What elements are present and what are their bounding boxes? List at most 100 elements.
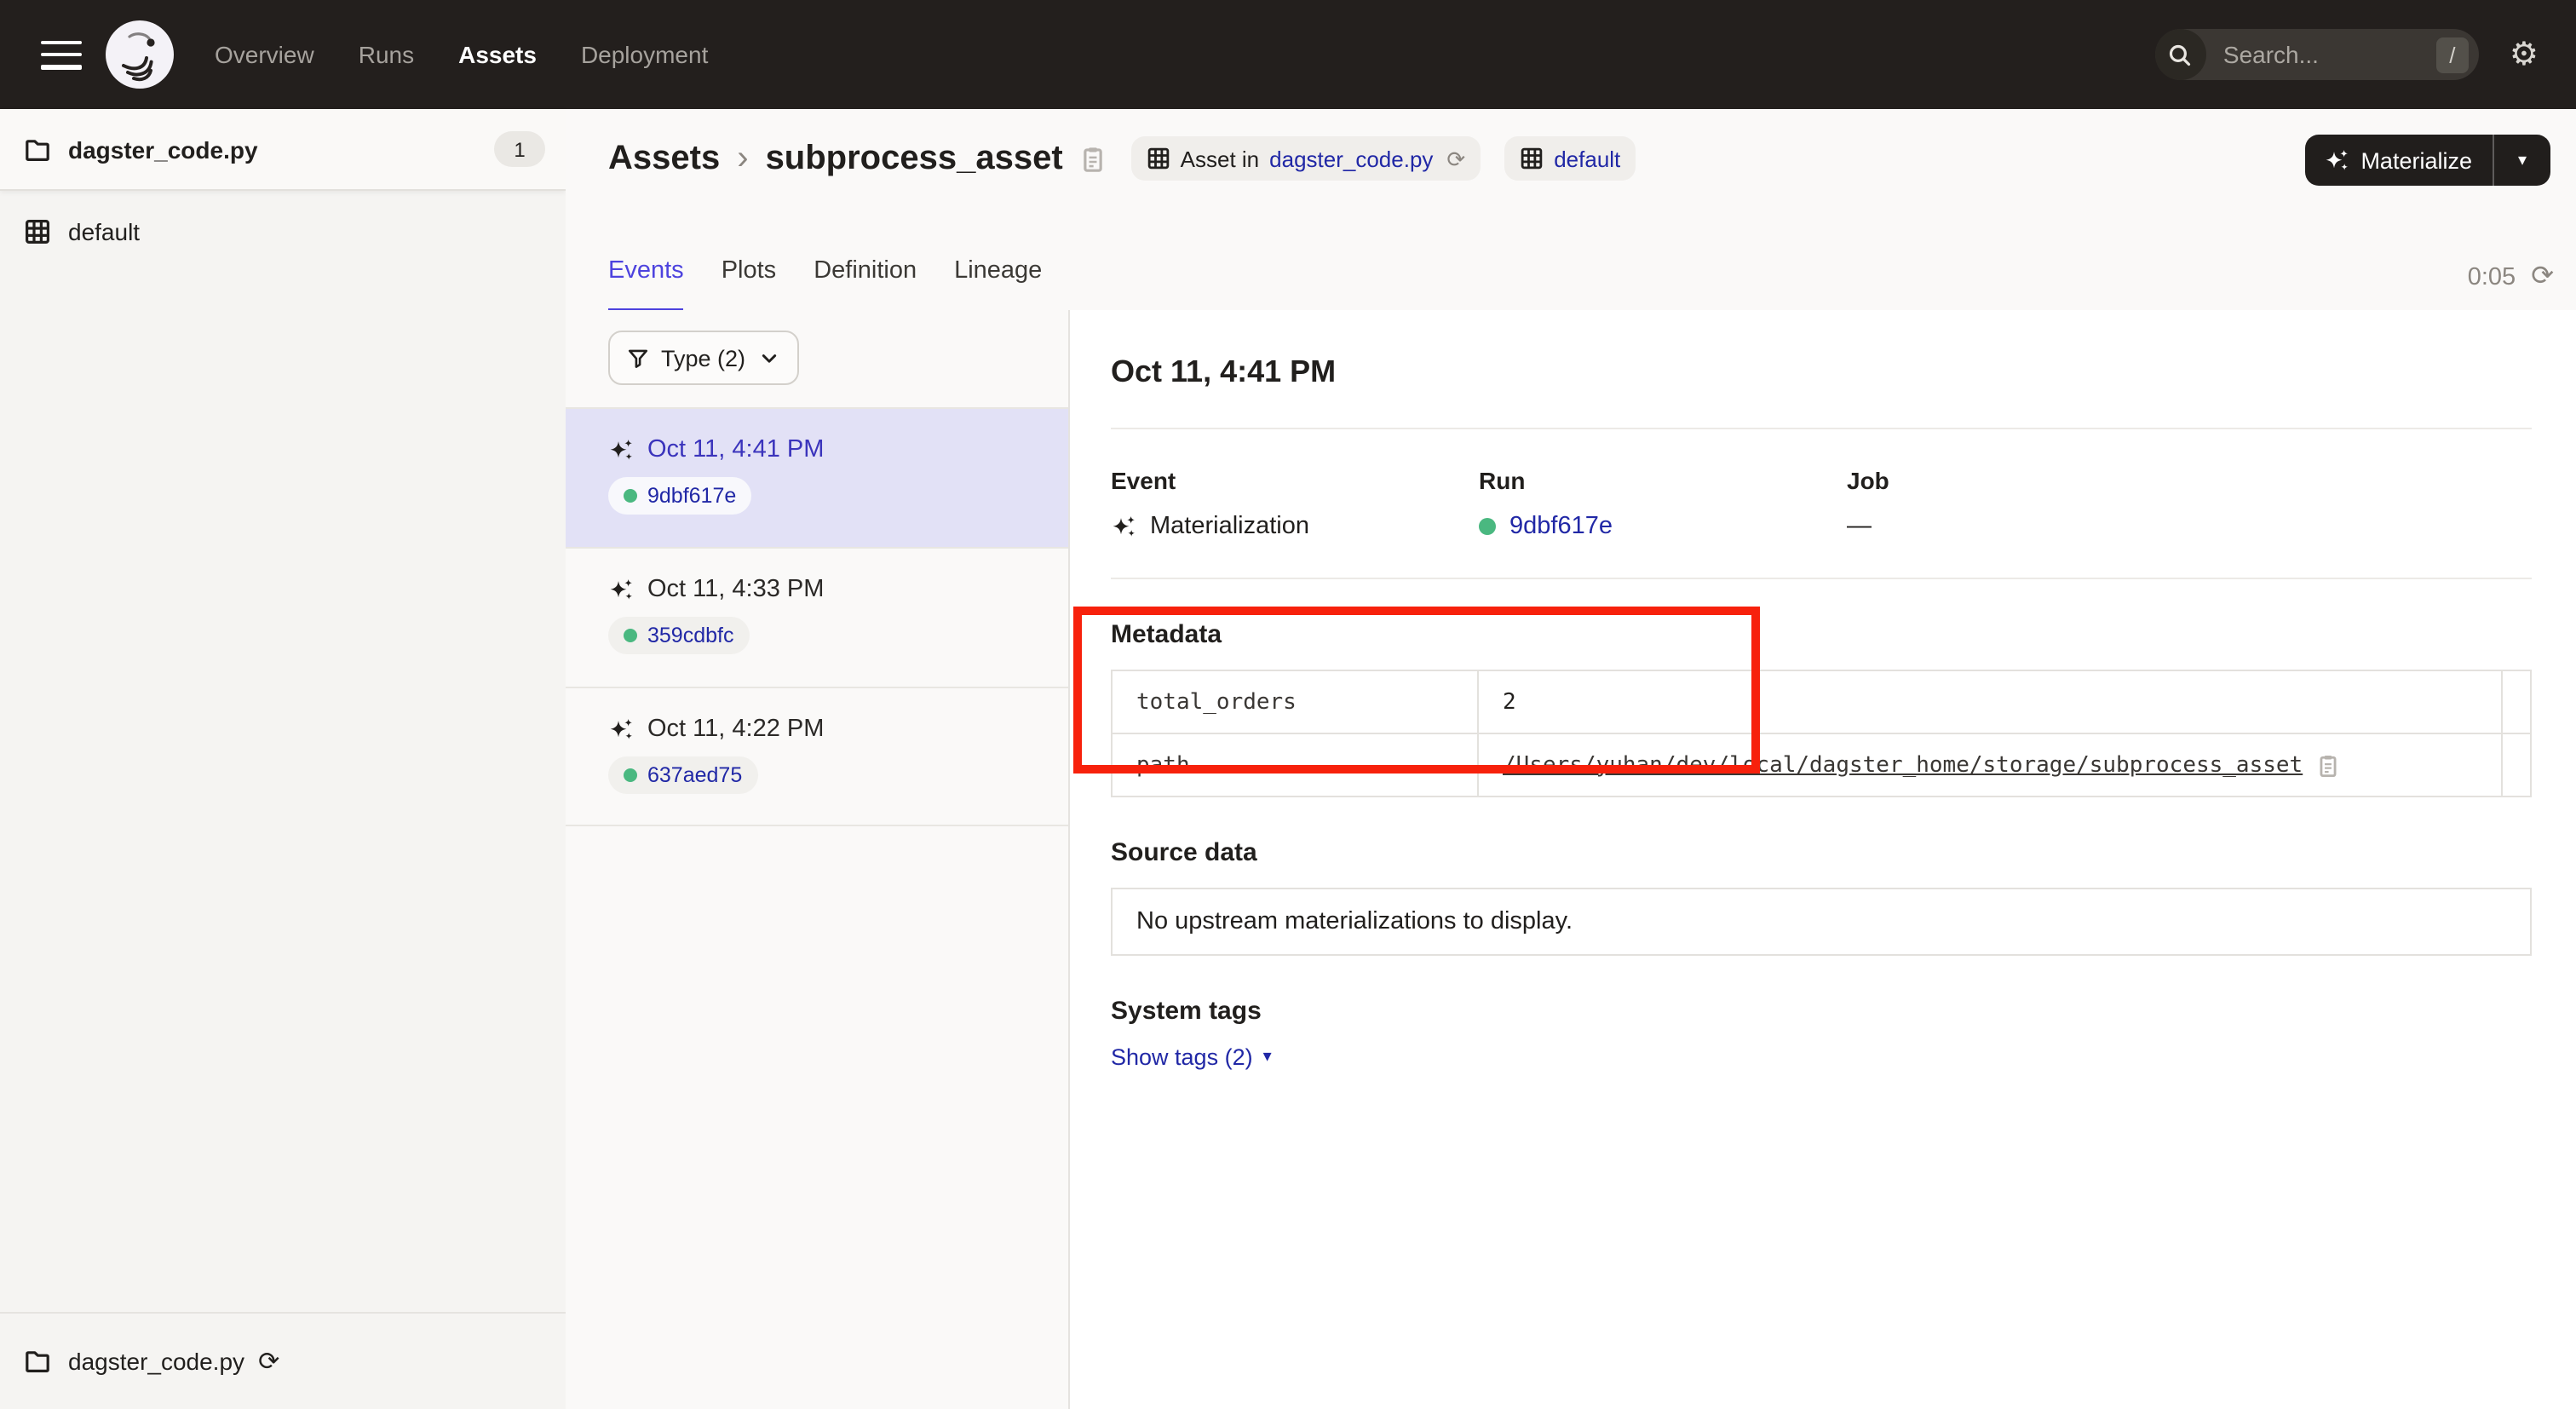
asset-definition-tag: Asset in dagster_code.py ⟳ bbox=[1131, 136, 1481, 181]
copy-icon[interactable] bbox=[1078, 144, 1107, 173]
divider bbox=[1111, 578, 2532, 579]
footer-code-location-label: dagster_code.py bbox=[68, 1348, 244, 1375]
nav-item-deployment[interactable]: Deployment bbox=[581, 41, 708, 68]
breadcrumb-assets-link[interactable]: Assets bbox=[608, 139, 720, 178]
search-input[interactable] bbox=[2220, 39, 2436, 70]
event-list-item[interactable]: Oct 11, 4:41 PM 9dbf617e bbox=[566, 407, 1068, 547]
event-list-item[interactable]: Oct 11, 4:22 PM 637aed75 bbox=[566, 687, 1068, 826]
job-value: — bbox=[1847, 513, 1872, 540]
job-column-label: Job bbox=[1847, 467, 2215, 494]
refresh-icon[interactable]: ⟳ bbox=[2531, 264, 2554, 291]
run-badge[interactable]: 637aed75 bbox=[608, 756, 757, 794]
sparkle-icon bbox=[608, 577, 634, 602]
nav-item-assets[interactable]: Assets bbox=[458, 41, 537, 68]
reload-icon[interactable]: ⟳ bbox=[258, 1349, 279, 1374]
show-tags-label: Show tags (2) bbox=[1111, 1044, 1253, 1070]
system-tags-heading: System tags bbox=[1111, 997, 2532, 1026]
table-end-cell bbox=[2501, 671, 2530, 733]
event-time: Oct 11, 4:22 PM bbox=[647, 716, 824, 743]
breadcrumb-separator: › bbox=[737, 139, 748, 178]
code-location-label: dagster_code.py bbox=[68, 135, 258, 163]
sparkle-icon bbox=[2323, 147, 2349, 173]
metadata-path-link[interactable]: /Users/yuhan/dev/local/dagster_home/stor… bbox=[1503, 752, 2303, 778]
table-end-cell bbox=[2501, 734, 2530, 796]
event-detail-panel: Oct 11, 4:41 PM Event Materialization Ru… bbox=[1070, 310, 2576, 1409]
asset-header: Assets › subprocess_asset Asset in dagst… bbox=[566, 109, 2576, 312]
source-data-heading: Source data bbox=[1111, 838, 2532, 867]
nav-links: Overview Runs Assets Deployment bbox=[215, 41, 708, 68]
asset-tag-code-location-link[interactable]: dagster_code.py bbox=[1269, 146, 1433, 171]
materialize-split-button: Materialize ▾ bbox=[2304, 135, 2550, 186]
type-filter-button[interactable]: Type (2) bbox=[608, 331, 798, 385]
run-id-link[interactable]: 9dbf617e bbox=[647, 484, 736, 508]
folder-icon bbox=[24, 135, 51, 163]
divider bbox=[1111, 428, 2532, 429]
tab-bar: Events Plots Definition Lineage bbox=[608, 257, 1042, 312]
type-filter-label: Type (2) bbox=[661, 345, 745, 371]
dagster-logo[interactable] bbox=[106, 20, 174, 89]
tab-plots[interactable]: Plots bbox=[722, 257, 777, 312]
materialize-button[interactable]: Materialize bbox=[2304, 135, 2493, 186]
grid-icon bbox=[1147, 147, 1170, 170]
breadcrumb: Assets › subprocess_asset Asset in dagst… bbox=[608, 136, 1636, 181]
sidebar-item-code-location[interactable]: dagster_code.py 1 bbox=[0, 109, 566, 191]
run-id-link[interactable]: 9dbf617e bbox=[1509, 513, 1613, 540]
folder-icon bbox=[24, 1348, 51, 1375]
sparkle-icon bbox=[1111, 514, 1136, 539]
hamburger-menu-icon[interactable] bbox=[41, 40, 82, 69]
metadata-heading: Metadata bbox=[1111, 620, 2532, 649]
refresh-timer: 0:05 ⟳ bbox=[2468, 264, 2554, 291]
event-info-row: Event Materialization Run 9dbf617e Job — bbox=[1111, 467, 2532, 540]
asset-tag-prefix: Asset in bbox=[1181, 146, 1260, 171]
run-status-dot bbox=[1479, 518, 1496, 535]
sparkle-icon bbox=[608, 716, 634, 742]
events-list-panel: Type (2) Oct 11, 4:41 PM 9dbf617e Oct 11… bbox=[566, 310, 1070, 1409]
group-tag-link[interactable]: default bbox=[1554, 146, 1620, 171]
run-id-link[interactable]: 359cdbfc bbox=[647, 624, 733, 647]
run-status-dot bbox=[624, 489, 637, 503]
metadata-key: total_orders bbox=[1113, 671, 1479, 733]
materialize-dropdown-caret[interactable]: ▾ bbox=[2494, 135, 2550, 186]
table-row: path /Users/yuhan/dev/local/dagster_home… bbox=[1113, 733, 2530, 796]
sidebar-item-group-default[interactable]: default bbox=[0, 191, 566, 271]
event-column-label: Event bbox=[1111, 467, 1479, 494]
source-data-empty-state: No upstream materializations to display. bbox=[1111, 888, 2532, 956]
page-title: subprocess_asset bbox=[766, 139, 1063, 178]
tab-definition[interactable]: Definition bbox=[814, 257, 917, 312]
run-status-dot bbox=[624, 629, 637, 642]
nav-item-runs[interactable]: Runs bbox=[359, 41, 414, 68]
gear-icon[interactable]: ⚙ bbox=[2510, 38, 2539, 71]
nav-item-overview[interactable]: Overview bbox=[215, 41, 314, 68]
sidebar-footer[interactable]: dagster_code.py ⟳ bbox=[0, 1312, 566, 1409]
show-tags-toggle[interactable]: Show tags (2) ▾ bbox=[1111, 1044, 1272, 1070]
tab-lineage[interactable]: Lineage bbox=[954, 257, 1042, 312]
event-time: Oct 11, 4:41 PM bbox=[647, 436, 824, 463]
caret-down-icon: ▾ bbox=[1263, 1048, 1272, 1067]
run-badge[interactable]: 9dbf617e bbox=[608, 477, 751, 515]
run-column-label: Run bbox=[1479, 467, 1847, 494]
sparkle-icon bbox=[608, 437, 634, 463]
group-tag: default bbox=[1504, 136, 1636, 181]
tab-events[interactable]: Events bbox=[608, 257, 684, 312]
grid-icon bbox=[24, 217, 51, 244]
table-row: total_orders 2 bbox=[1113, 671, 2530, 733]
top-nav: Overview Runs Assets Deployment / ⚙ bbox=[0, 0, 2576, 109]
group-label: default bbox=[68, 217, 140, 244]
grid-icon bbox=[1520, 147, 1544, 170]
run-status-dot bbox=[624, 768, 637, 782]
search-box[interactable]: / bbox=[2155, 29, 2479, 80]
search-shortcut-key: / bbox=[2436, 37, 2469, 72]
chevron-down-icon bbox=[757, 347, 779, 369]
copy-icon[interactable] bbox=[2314, 752, 2340, 778]
asset-count-badge: 1 bbox=[494, 131, 545, 167]
event-list-item[interactable]: Oct 11, 4:33 PM 359cdbfc bbox=[566, 547, 1068, 687]
metadata-table: total_orders 2 path /Users/yuhan/dev/loc… bbox=[1111, 670, 2532, 797]
metadata-key: path bbox=[1113, 734, 1479, 796]
run-id-link[interactable]: 637aed75 bbox=[647, 763, 742, 787]
search-icon bbox=[2155, 29, 2206, 80]
timer-countdown: 0:05 bbox=[2468, 264, 2516, 291]
metadata-value: 2 bbox=[1503, 689, 1516, 715]
reload-icon[interactable]: ⟳ bbox=[1446, 147, 1465, 170]
materialize-label: Materialize bbox=[2360, 147, 2472, 173]
run-badge[interactable]: 359cdbfc bbox=[608, 617, 749, 654]
